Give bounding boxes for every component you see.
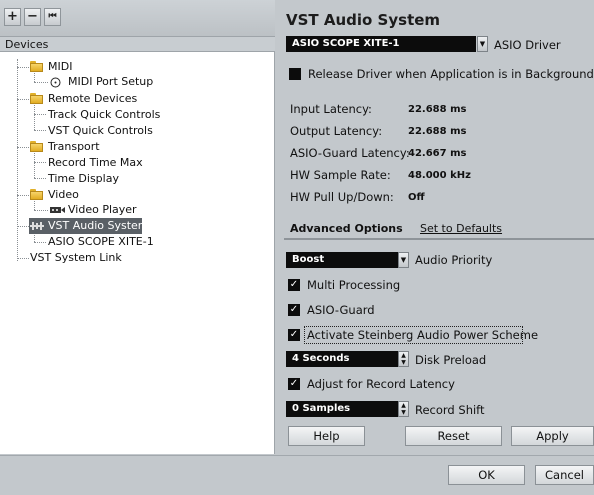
devices-tree: MIDI MIDI Port Setup Remote Devices Trac… [0,51,275,454]
tree-item-label: Video [48,188,79,201]
multi-processing-checkbox[interactable]: ✓ [288,279,300,291]
devices-toolbar: + − ⏮ [0,0,275,36]
video-player-icon [50,207,65,213]
audio-priority-select[interactable]: Boost [286,252,398,268]
hw-sample-rate-value: 48.000 kHz [408,170,471,181]
asio-driver-label: ASIO Driver [494,38,561,52]
devices-header: Devices [0,36,275,51]
asio-driver-value: ASIO SCOPE XITE-1 [292,38,400,49]
tree-item-vst-audio-system[interactable]: VST Audio System [29,218,149,234]
tree-item-label: ASIO SCOPE XITE-1 [48,235,154,248]
record-shift-label: Record Shift [415,403,485,417]
tree-item-label: Record Time Max [48,156,143,169]
cancel-button[interactable]: Cancel [535,465,594,485]
chevron-down-icon[interactable]: ▼ [398,252,409,268]
reset-button[interactable]: Reset [405,426,502,446]
ok-button[interactable]: OK [448,465,525,485]
adjust-record-latency-label: Adjust for Record Latency [307,377,455,391]
footer-divider [0,455,594,456]
folder-icon [30,141,43,152]
record-shift-stepper[interactable]: 0 Samples [286,401,398,417]
stepper-arrows-icon[interactable]: ▲ ▼ [398,351,409,367]
tree-item-label: VST Audio System [48,219,149,232]
input-latency-value: 22.688 ms [408,104,467,115]
folder-icon [30,93,43,104]
chevron-down-icon[interactable]: ▼ [477,36,488,52]
reset-device-button[interactable]: ⏮ [44,8,61,26]
disk-preload-stepper[interactable]: 4 Seconds [286,351,398,367]
asio-guard-label: ASIO-Guard [307,303,375,317]
apply-button[interactable]: Apply [511,426,594,446]
hw-pull-value: Off [408,192,425,203]
output-latency-value: 22.688 ms [408,126,467,137]
remove-device-button[interactable]: − [24,8,41,26]
tree-item-label: MIDI Port Setup [68,75,154,88]
power-scheme-label: Activate Steinberg Audio Power Scheme [307,328,539,342]
tree-item-label: MIDI [48,60,73,73]
tree-item-label: Time Display [48,172,119,185]
folder-icon [30,61,43,72]
audio-system-icon [30,222,44,230]
asio-guard-latency-label: ASIO-Guard Latency: [290,146,410,160]
hw-sample-rate-label: HW Sample Rate: [290,168,391,182]
tree-item-label: VST System Link [30,251,122,264]
folder-icon [30,189,43,200]
record-shift-value: 0 Samples [292,403,351,414]
help-button[interactable]: Help [288,426,365,446]
midi-port-icon [50,77,61,88]
devices-header-label: Devices [5,38,49,51]
asio-guard-checkbox[interactable]: ✓ [288,304,300,316]
stepper-arrows-icon[interactable]: ▲ ▼ [398,401,409,417]
panel-title: VST Audio System [286,11,441,29]
output-latency-label: Output Latency: [290,124,383,138]
audio-priority-label: Audio Priority [415,253,493,267]
tree-item-label: Transport [48,140,100,153]
adjust-record-latency-checkbox[interactable]: ✓ [288,378,300,390]
tree-item-label: Track Quick Controls [48,108,161,121]
set-to-defaults-link[interactable]: Set to Defaults [420,222,502,235]
hw-pull-label: HW Pull Up/Down: [290,190,394,204]
release-driver-label: Release Driver when Application is in Ba… [308,67,594,81]
disk-preload-label: Disk Preload [415,353,487,367]
tree-item-label: VST Quick Controls [48,124,153,137]
disk-preload-value: 4 Seconds [292,353,350,364]
tree-item-label: Video Player [68,203,137,216]
audio-priority-value: Boost [292,254,325,265]
add-device-button[interactable]: + [4,8,21,26]
asio-guard-latency-value: 42.667 ms [408,148,467,159]
input-latency-label: Input Latency: [290,102,372,116]
power-scheme-checkbox[interactable]: ✓ [288,329,300,341]
release-driver-checkbox[interactable] [289,68,301,80]
multi-processing-label: Multi Processing [307,278,401,292]
tree-item-label: Remote Devices [48,92,138,105]
asio-driver-select[interactable]: ASIO SCOPE XITE-1 [286,36,476,52]
advanced-options-label: Advanced Options [290,222,403,235]
section-divider [284,238,594,240]
